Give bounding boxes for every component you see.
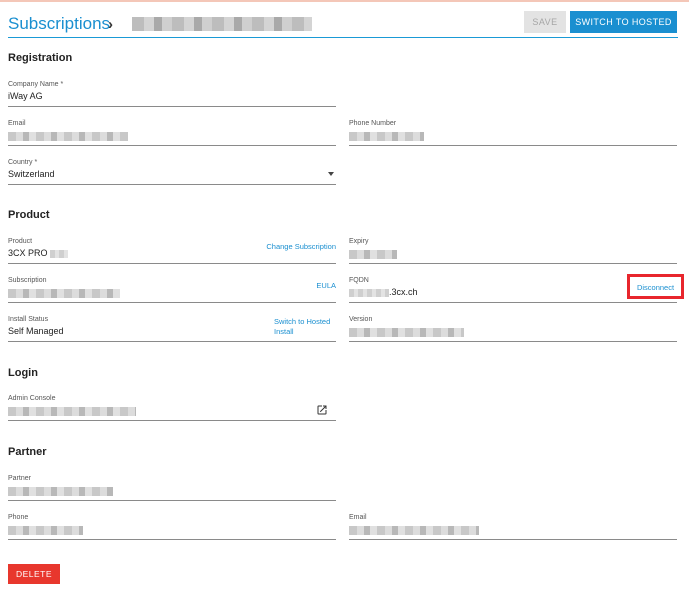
- page-title[interactable]: Subscriptions: [8, 14, 110, 34]
- company-name-field[interactable]: Company Name * iWay AG: [8, 81, 336, 107]
- email-redacted: [8, 132, 128, 141]
- partner-redacted: [8, 487, 113, 496]
- partner-phone-field[interactable]: Phone: [8, 514, 336, 540]
- company-name-label: Company Name *: [8, 81, 64, 88]
- email-label: Email: [8, 120, 26, 127]
- open-in-new-icon[interactable]: [316, 404, 328, 416]
- breadcrumb-redacted: [132, 17, 312, 31]
- company-name-value[interactable]: iWay AG: [8, 91, 43, 101]
- top-accent-line: [0, 0, 689, 2]
- version-field[interactable]: Version: [349, 316, 677, 342]
- phone-number-redacted: [349, 132, 424, 141]
- partner-phone-label: Phone: [8, 514, 29, 521]
- install-status-field[interactable]: Install Status Self Managed Switch to Ho…: [8, 316, 336, 342]
- install-status-label: Install Status: [8, 316, 49, 323]
- disconnect-link[interactable]: Disconnect: [630, 283, 681, 292]
- product-field[interactable]: Product 3CX PRO Change Subscription: [8, 238, 336, 264]
- product-value-text: 3CX PRO: [8, 248, 48, 258]
- version-label: Version: [349, 316, 373, 323]
- disconnect-highlight: Disconnect: [627, 274, 684, 299]
- section-heading-product: Product: [8, 209, 50, 221]
- caret-down-icon[interactable]: [328, 172, 334, 176]
- email-field[interactable]: Email: [8, 120, 336, 146]
- partner-phone-redacted: [8, 526, 83, 535]
- fqdn-label: FQDN: [349, 277, 369, 284]
- install-status-value[interactable]: Self Managed: [8, 326, 64, 336]
- partner-email-redacted: [349, 526, 479, 535]
- admin-console-field[interactable]: Admin Console: [8, 395, 336, 421]
- partner-email-field[interactable]: Email: [349, 514, 677, 540]
- fqdn-redacted: [349, 288, 389, 297]
- fqdn-value[interactable]: .3cx.ch: [349, 287, 418, 297]
- phone-number-label: Phone Number: [349, 120, 397, 127]
- product-value-redacted: [49, 249, 68, 258]
- eula-link[interactable]: EULA: [316, 281, 336, 290]
- admin-console-redacted: [8, 407, 136, 416]
- fqdn-suffix: .3cx.ch: [389, 287, 418, 297]
- partner-email-label: Email: [349, 514, 367, 521]
- section-heading-registration: Registration: [8, 52, 73, 64]
- expiry-label: Expiry: [349, 238, 369, 245]
- chevron-right-icon: ›: [108, 16, 113, 33]
- country-label: Country *: [8, 159, 38, 166]
- partner-label: Partner: [8, 475, 31, 482]
- page-header: Subscriptions › SAVE SWITCH TO HOSTED: [8, 11, 678, 38]
- phone-number-field[interactable]: Phone Number: [349, 120, 677, 146]
- expiry-field[interactable]: Expiry: [349, 238, 677, 264]
- expiry-redacted: [349, 250, 397, 259]
- switch-to-hosted-install-link[interactable]: Switch to Hosted Install: [274, 317, 336, 337]
- version-redacted: [349, 328, 464, 337]
- product-value[interactable]: 3CX PRO: [8, 248, 68, 258]
- product-label: Product: [8, 238, 33, 245]
- country-select[interactable]: Country * Switzerland: [8, 159, 336, 185]
- save-button[interactable]: SAVE: [524, 11, 566, 33]
- subscription-label: Subscription: [8, 277, 47, 284]
- change-subscription-link[interactable]: Change Subscription: [266, 242, 336, 251]
- delete-button[interactable]: DELETE: [8, 564, 60, 584]
- admin-console-label: Admin Console: [8, 395, 56, 402]
- switch-to-hosted-button[interactable]: SWITCH TO HOSTED: [570, 11, 677, 33]
- subscription-field[interactable]: Subscription EULA: [8, 277, 336, 303]
- partner-field[interactable]: Partner: [8, 475, 336, 501]
- country-value[interactable]: Switzerland: [8, 169, 55, 179]
- section-heading-login: Login: [8, 367, 38, 379]
- subscription-redacted: [8, 289, 120, 298]
- section-heading-partner: Partner: [8, 446, 47, 458]
